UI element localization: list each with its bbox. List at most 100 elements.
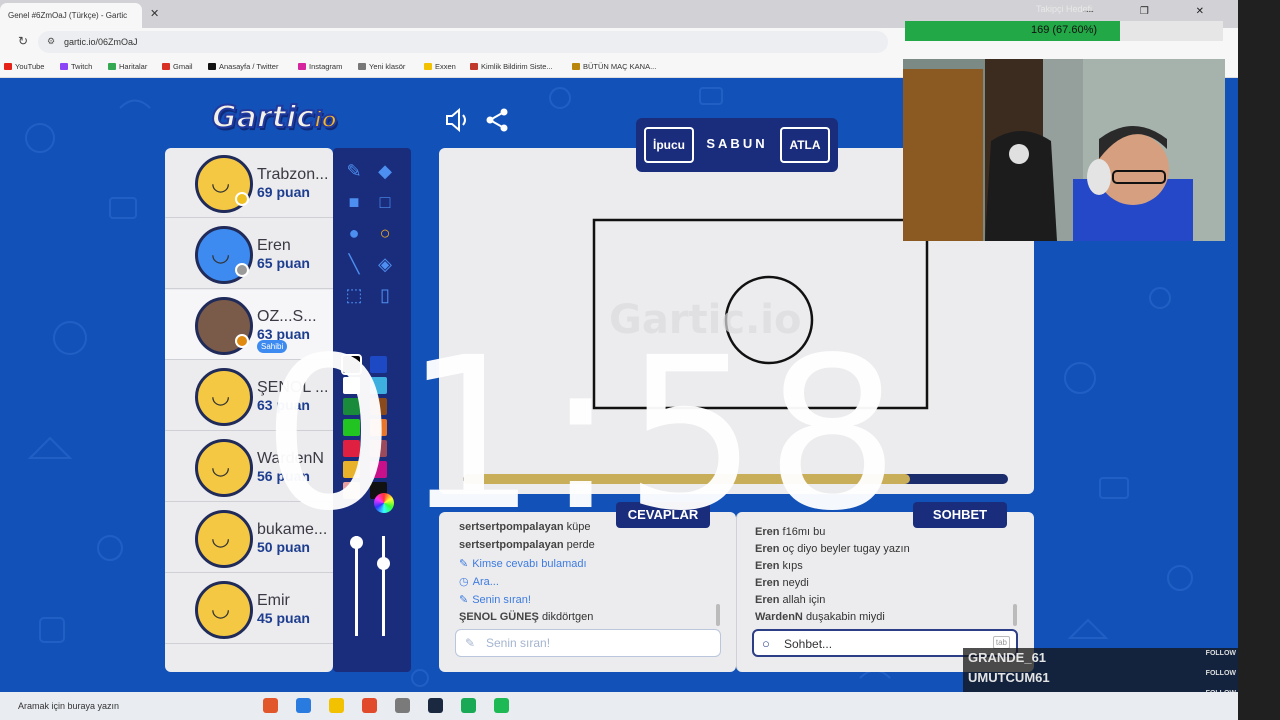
bookmark-item[interactable]: BÜTÜN MAÇ KANA...: [572, 62, 656, 71]
taskbar-app-icon[interactable]: [362, 698, 377, 713]
fill-tool-icon[interactable]: ◈: [374, 253, 396, 275]
taskbar-app-icon[interactable]: [329, 698, 344, 713]
answers-scrollbar[interactable]: [716, 604, 720, 626]
chat-scrollbar[interactable]: [1013, 604, 1017, 626]
chat-text: duşakabin miydi: [805, 611, 885, 623]
bookmark-item[interactable]: Kimlik Bildirim Siste...: [470, 62, 553, 71]
word-panel: İpucu SABUN ATLA: [636, 118, 838, 172]
follower-name: GRANDE_61: [968, 650, 1047, 665]
square-outline-tool-icon[interactable]: □: [374, 191, 396, 213]
browser-tab[interactable]: Genel #6ZmOaJ (Türkçe) - Gartic: [0, 3, 142, 28]
player-status-dot: [235, 192, 249, 206]
url-text: gartic.io/06ZmOaJ: [64, 37, 138, 47]
bookmark-icon: [358, 63, 366, 70]
countdown-timer: 01:58: [262, 312, 908, 557]
avatar-face-icon: ◡: [211, 525, 231, 550]
bookmark-item[interactable]: Instagram: [298, 62, 342, 71]
system-message: ◷ Ara...: [459, 575, 499, 588]
avatar-face-icon: ◡: [211, 596, 231, 621]
pencil-tool-icon[interactable]: ✎: [343, 160, 365, 182]
taskbar-search[interactable]: Aramak için buraya yazın: [18, 701, 119, 711]
system-message-icon: ◷: [459, 576, 469, 588]
chat-user: WardenN: [755, 611, 803, 623]
bookmark-item[interactable]: Exxen: [424, 62, 456, 71]
player-score: 69 puan: [257, 184, 310, 200]
follower-goal: Takipçi Hedefi 169 (67.60%): [903, 4, 1225, 41]
bookmark-item[interactable]: Twitch: [60, 62, 92, 71]
player-avatar: ◡: [195, 439, 253, 497]
system-message: ✎ Kimse cevabı bulamadı: [459, 557, 587, 570]
windows-taskbar: Aramak için buraya yazın: [0, 692, 1238, 720]
follow-label: FOLLOW: [1205, 650, 1236, 657]
player-name: Trabzon...: [257, 166, 329, 183]
answer-line: ŞENOL GÜNEŞ dikdörtgen: [459, 611, 593, 623]
square-fill-tool-icon[interactable]: ■: [343, 191, 365, 213]
bookmark-item[interactable]: Anasayfa / Twitter: [208, 62, 278, 71]
goal-label: Takipçi Hedefi: [1035, 4, 1093, 14]
gartic-logo: Garticio: [211, 99, 338, 136]
bookmark-icon: [572, 63, 580, 70]
taskbar-app-icon[interactable]: [395, 698, 410, 713]
sound-icon[interactable]: [443, 106, 471, 134]
system-message: ✎ Senin sıran!: [459, 593, 531, 606]
page-tool-icon[interactable]: ▯: [374, 284, 396, 306]
avatar-face-icon: ◡: [211, 170, 231, 195]
avatar-face-icon: ◡: [211, 454, 231, 479]
player-score: 45 puan: [257, 610, 310, 626]
chat-line: Eren allah için: [755, 594, 825, 606]
answer-text: Kimse cevabı bulamadı: [472, 558, 587, 570]
taskbar-app-icon[interactable]: [296, 698, 311, 713]
select-tool-icon[interactable]: ⬚: [343, 284, 365, 306]
bookmark-item[interactable]: Haritalar: [108, 62, 147, 71]
url-field[interactable]: ⚙ gartic.io/06ZmOaJ: [38, 31, 888, 53]
bookmark-item[interactable]: YouTube: [4, 62, 44, 71]
webcam-image: [903, 59, 1225, 241]
bookmark-icon: [162, 63, 170, 70]
player-row[interactable]: ◡ Eren 65 puan: [165, 219, 333, 289]
taskbar-app-icon[interactable]: [494, 698, 509, 713]
bookmark-icon: [424, 63, 432, 70]
hint-button[interactable]: İpucu: [644, 127, 694, 163]
bookmark-icon: [298, 63, 306, 70]
taskbar-app-icon[interactable]: [461, 698, 476, 713]
player-name: Emir: [257, 592, 290, 609]
chat-user: Eren: [755, 577, 780, 589]
chat-text: allah için: [782, 594, 826, 606]
eraser-tool-icon[interactable]: ◆: [374, 160, 396, 182]
bookmark-label: Yeni klasör: [369, 62, 406, 71]
tab-close-icon[interactable]: ✕: [150, 7, 159, 20]
taskbar-app-icon[interactable]: [428, 698, 443, 713]
circle-fill-tool-icon[interactable]: ●: [343, 222, 365, 244]
follower-row: GRANDE_61 FOLLOW: [963, 648, 1238, 668]
bookmark-icon: [4, 63, 12, 70]
player-row[interactable]: ◡ Trabzon... 69 puan: [165, 148, 333, 218]
share-icon[interactable]: [483, 106, 511, 134]
skip-button[interactable]: ATLA: [780, 127, 830, 163]
chat-user: Eren: [755, 594, 780, 606]
answer-input[interactable]: ✎ Senin sıran!: [455, 629, 721, 657]
taskbar-app-icon[interactable]: [263, 698, 278, 713]
bookmark-item[interactable]: Yeni klasör: [358, 62, 405, 71]
opacity-knob[interactable]: [377, 557, 390, 570]
answer-user: ŞENOL GÜNEŞ: [459, 611, 539, 623]
bookmark-label: Kimlik Bildirim Siste...: [481, 62, 553, 71]
answer-text: Ara...: [472, 576, 499, 588]
answer-pencil-icon: ✎: [465, 636, 476, 650]
chat-line: Eren kıps: [755, 560, 803, 572]
player-avatar: ◡: [195, 510, 253, 568]
chat-search-icon: ○: [762, 636, 770, 651]
bookmark-label: Exxen: [435, 62, 456, 71]
tab-title: Genel #6ZmOaJ (Türkçe) - Gartic: [8, 11, 128, 20]
follow-label: FOLLOW: [1205, 670, 1236, 677]
chat-tab[interactable]: SOHBET: [913, 502, 1007, 528]
bookmark-item[interactable]: Gmail: [162, 62, 193, 71]
bookmark-icon: [470, 63, 478, 70]
chat-placeholder: Sohbet...: [784, 637, 833, 651]
reload-icon[interactable]: ↻: [18, 34, 28, 48]
line-tool-icon[interactable]: ╲: [343, 253, 365, 275]
circle-outline-tool-icon[interactable]: ○: [374, 222, 396, 244]
player-row[interactable]: ◡ Emir 45 puan: [165, 574, 333, 644]
stream-side-bar: [1238, 0, 1280, 720]
site-info-icon[interactable]: ⚙: [47, 36, 55, 47]
answer-text: Senin sıran!: [472, 594, 531, 606]
